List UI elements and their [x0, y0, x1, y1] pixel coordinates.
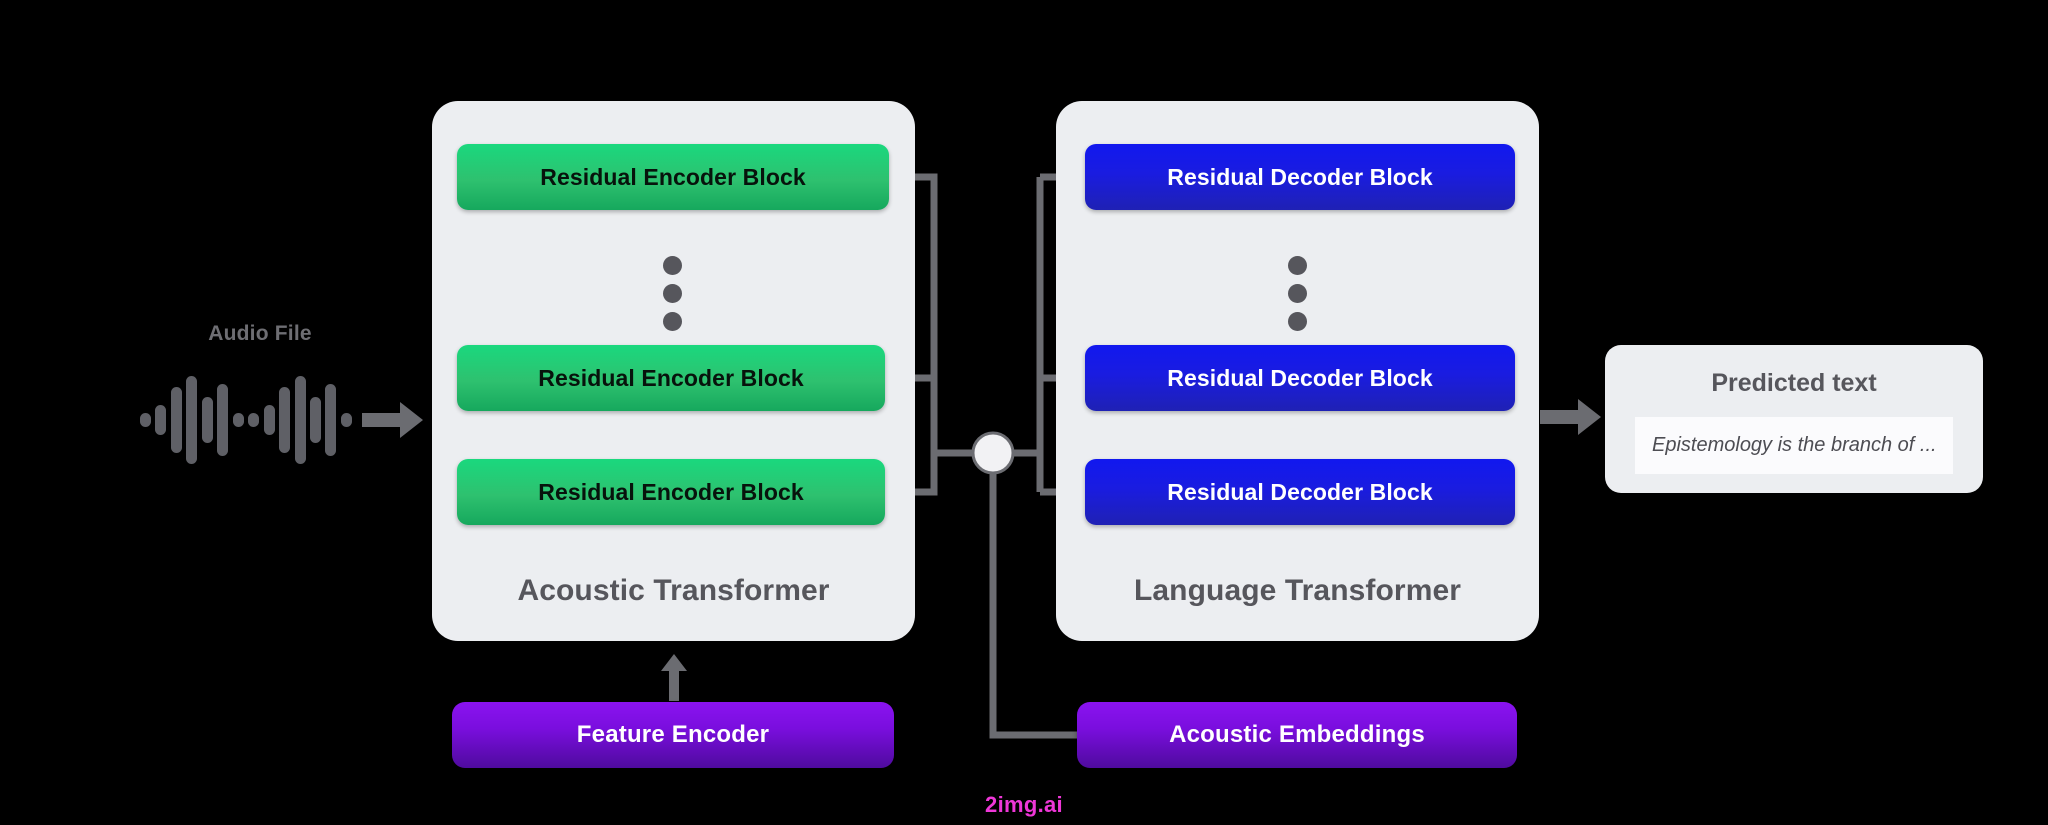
arrow-up-icon: [660, 654, 688, 702]
arrow-right-icon: [362, 400, 424, 440]
ellipsis-dot: [1287, 312, 1307, 331]
predicted-text-field[interactable]: Epistemology is the branch of ...: [1635, 417, 1953, 474]
waveform-bar: [325, 384, 337, 456]
predicted-text-value: Epistemology is the branch of ...: [1652, 434, 1937, 456]
waveform-bar: [232, 413, 244, 427]
residual-encoder-block[interactable]: Residual Encoder Block: [457, 459, 885, 525]
waveform-bar: [201, 397, 213, 443]
waveform-bar: [170, 387, 182, 453]
ellipsis-dot: [1287, 284, 1307, 303]
arrow-right-icon: [1540, 397, 1602, 437]
language-transformer-title: Language Transformer: [1133, 574, 1462, 607]
waveform-bar: [248, 413, 260, 427]
residual-encoder-block[interactable]: Residual Encoder Block: [457, 144, 889, 210]
waveform-bar: [155, 405, 167, 435]
residual-decoder-block[interactable]: Residual Decoder Block: [1085, 144, 1515, 210]
ellipsis-dot: [662, 312, 682, 331]
feature-encoder-box[interactable]: Feature Encoder: [452, 702, 894, 768]
ellipsis-dot: [662, 284, 682, 303]
waveform-bar: [217, 384, 229, 456]
audio-waveform-icon: [140, 370, 352, 470]
residual-encoder-block[interactable]: Residual Encoder Block: [457, 345, 885, 411]
predicted-text-panel: Predicted text Epistemology is the branc…: [1605, 345, 1983, 493]
junction-node-icon: [971, 431, 1015, 475]
waveform-bar: [140, 413, 151, 427]
waveform-bar: [186, 376, 198, 464]
audio-file-label: Audio File: [208, 322, 312, 345]
watermark-label: 2img.ai: [985, 792, 1063, 817]
waveform-bar: [309, 397, 321, 443]
residual-decoder-block[interactable]: Residual Decoder Block: [1085, 459, 1515, 525]
vertical-ellipsis-icon: [661, 256, 683, 331]
acoustic-transformer-title: Acoustic Transformer: [517, 574, 830, 607]
vertical-ellipsis-icon: [1286, 256, 1308, 331]
waveform-bar: [294, 376, 306, 464]
acoustic-embeddings-box[interactable]: Acoustic Embeddings: [1077, 702, 1517, 768]
waveform-bar: [340, 413, 352, 427]
diagram-canvas: Audio File Acoustic Transformer Residual…: [0, 0, 2048, 825]
residual-decoder-block[interactable]: Residual Decoder Block: [1085, 345, 1515, 411]
predicted-text-title: Predicted text: [1711, 369, 1877, 397]
ellipsis-dot: [662, 256, 682, 275]
waveform-bar: [279, 387, 291, 453]
ellipsis-dot: [1287, 256, 1307, 275]
waveform-bar: [263, 405, 275, 435]
audio-input-group: Audio File: [140, 322, 423, 472]
